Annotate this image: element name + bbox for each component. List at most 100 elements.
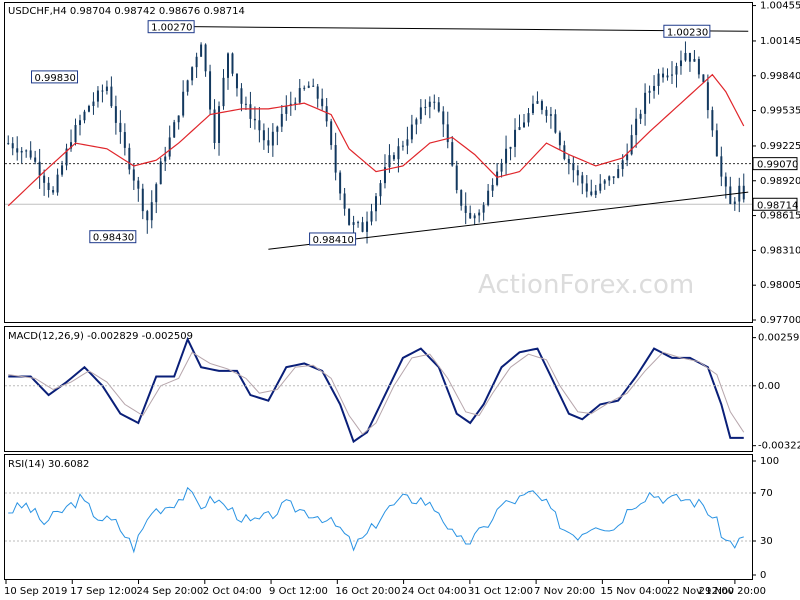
candle-body xyxy=(227,53,229,78)
x-tick-label-4: 9 Oct 12:00 xyxy=(269,586,328,597)
candle-body xyxy=(244,103,247,105)
candle-body xyxy=(209,71,212,110)
candle-body xyxy=(316,86,319,99)
candle-body xyxy=(330,121,333,146)
candle-body xyxy=(218,106,221,144)
candle-body xyxy=(684,52,687,61)
candle-body xyxy=(419,107,422,120)
candle-body xyxy=(509,146,512,149)
rsi-info: RSI(14) 30.6082 xyxy=(8,459,89,470)
candle-body xyxy=(469,212,472,219)
candle-body xyxy=(155,184,158,203)
candle-body xyxy=(222,77,225,107)
candle-body xyxy=(119,122,122,133)
candle-body xyxy=(182,91,185,116)
rsi-tick-label-1: 70 xyxy=(760,488,773,499)
candle-body xyxy=(96,90,99,102)
candle-body xyxy=(334,145,337,173)
annotation-label-2: 0.98430 xyxy=(93,233,134,244)
candle-body xyxy=(294,102,297,104)
candle-body xyxy=(410,124,413,140)
candle-body xyxy=(186,80,189,92)
candle-body xyxy=(487,190,490,206)
x-tick-label-11: 29 Nov 20:00 xyxy=(699,586,766,597)
candle-body xyxy=(92,101,95,107)
candle-body xyxy=(702,74,705,83)
candle-body xyxy=(213,109,216,144)
candle-body xyxy=(303,87,306,89)
rsi-tick-label-2: 30 xyxy=(760,536,773,547)
candle-body xyxy=(626,154,629,161)
candle-body xyxy=(191,67,194,81)
candle-body xyxy=(87,106,90,112)
candle-body xyxy=(433,101,436,103)
candle-body xyxy=(446,124,449,143)
candle-body xyxy=(428,101,431,107)
candle-body xyxy=(177,115,180,123)
price-tick-label-8: 0.98005 xyxy=(760,280,800,291)
price-tick-label-6: 0.98615 xyxy=(760,211,800,222)
candle-body xyxy=(397,146,400,160)
candle-body xyxy=(455,165,458,191)
candle-body xyxy=(388,155,391,168)
candle-body xyxy=(675,66,678,75)
candle-body xyxy=(52,190,55,193)
macd-tick-label-2: -0.003221 xyxy=(758,441,800,452)
candle-body xyxy=(644,92,647,114)
macd-tick-label-1: 0.00 xyxy=(758,381,780,392)
candle-body xyxy=(630,135,633,155)
price-tick-label-7: 0.98310 xyxy=(760,245,800,256)
x-tick-label-3: 2 Oct 04:00 xyxy=(203,586,262,597)
level-badge-label-1: 0.98714 xyxy=(757,200,798,211)
candle-body xyxy=(576,170,579,176)
candle-body xyxy=(729,186,732,204)
watermark: ActionForex.com xyxy=(478,270,694,300)
candle-body xyxy=(460,190,463,206)
candle-body xyxy=(500,163,503,172)
candle-body xyxy=(464,205,467,213)
annotation-label-4: 1.00230 xyxy=(667,27,708,38)
macd-tick-label-0: 0.00259 xyxy=(758,333,799,344)
candle-body xyxy=(25,150,28,152)
price-tick-label-9: 0.97700 xyxy=(760,315,800,326)
candle-body xyxy=(612,176,615,178)
candle-body xyxy=(558,132,561,146)
price-tick-label-1: 1.00145 xyxy=(760,36,800,47)
candle-body xyxy=(451,142,454,166)
candle-body xyxy=(298,88,301,103)
candle-body xyxy=(348,208,351,225)
candle-body xyxy=(56,174,59,193)
candle-body xyxy=(648,90,651,93)
candle-body xyxy=(105,86,108,91)
candle-body xyxy=(639,113,642,119)
candle-body xyxy=(514,129,517,147)
level-badge-label-0: 0.99070 xyxy=(757,160,798,171)
candle-body xyxy=(523,122,525,128)
candle-body xyxy=(478,212,481,216)
candle-body xyxy=(724,176,727,187)
candle-body xyxy=(473,215,476,219)
candle-body xyxy=(688,52,691,62)
candle-body xyxy=(110,86,113,107)
candle-body xyxy=(195,56,198,68)
candle-body xyxy=(554,114,557,133)
candle-body xyxy=(518,127,521,130)
candle-body xyxy=(123,132,126,148)
candle-body xyxy=(164,156,167,162)
candle-body xyxy=(321,98,324,107)
candle-body xyxy=(253,118,256,121)
candle-body xyxy=(603,180,606,184)
candle-body xyxy=(415,119,418,125)
symbol-info: USDCHF,H4 0.98704 0.98742 0.98676 0.9871… xyxy=(8,6,245,17)
candle-body xyxy=(276,126,279,132)
x-tick-label-0: 10 Sep 2019 xyxy=(4,586,67,597)
candle-body xyxy=(352,222,355,225)
candle-body xyxy=(505,148,508,164)
candle-body xyxy=(267,140,270,146)
candle-body xyxy=(662,73,665,78)
candle-body xyxy=(536,101,539,104)
x-tick-label-6: 24 Oct 04:00 xyxy=(402,586,467,597)
candle-body xyxy=(361,222,364,232)
candle-body xyxy=(137,180,140,189)
candle-body xyxy=(711,110,714,131)
